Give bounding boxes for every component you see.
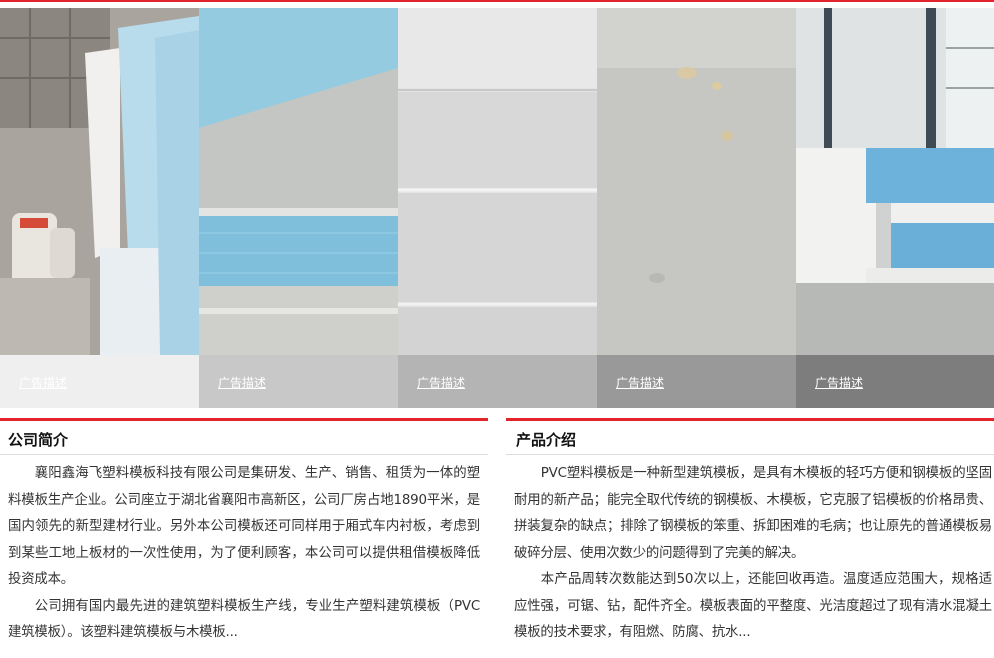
gallery-caption-bar-2: 广告描述 [199,355,398,408]
company-intro-header: 公司简介 [0,418,488,455]
gallery-slide-2[interactable]: 广告描述 [199,8,398,408]
product-intro-title[interactable]: 产品介绍 [516,429,576,450]
product-intro-header: 产品介绍 [506,418,994,455]
gallery-caption-bar-5: 广告描述 [796,355,994,408]
product-image-gallery: 广告描述 广告描述 广告描述 广告描述 广告描述 [0,8,994,408]
gallery-photo-4 [597,8,796,355]
gallery-caption-bar-3: 广告描述 [398,355,597,408]
gallery-caption-bar-4: 广告描述 [597,355,796,408]
gallery-slide-1[interactable]: 广告描述 [0,8,199,408]
company-intro-body: 襄阳鑫海飞塑料模板科技有限公司是集研发、生产、销售、租赁为一体的塑料模板生产企业… [0,455,488,647]
product-intro-body: PVC塑料模板是一种新型建筑模板，是具有木模板的轻巧方便和钢模板的坚固耐用的新产… [506,455,994,647]
company-intro-section: 公司简介 襄阳鑫海飞塑料模板科技有限公司是集研发、生产、销售、租赁为一体的塑料模… [0,418,488,658]
gallery-photo-1 [0,8,199,355]
company-intro-title[interactable]: 公司简介 [8,429,68,450]
gallery-slide-3[interactable]: 广告描述 [398,8,597,408]
gallery-caption-bar-1: 广告描述 [0,355,199,408]
gallery-caption-4[interactable]: 广告描述 [616,374,664,391]
top-accent-rule [0,0,994,4]
company-intro-paragraph-1: 襄阳鑫海飞塑料模板科技有限公司是集研发、生产、销售、租赁为一体的塑料模板生产企业… [8,466,480,587]
gallery-caption-5[interactable]: 广告描述 [815,374,863,391]
gallery-photo-3 [398,8,597,355]
gallery-caption-3[interactable]: 广告描述 [417,374,465,391]
gallery-photo-5 [796,8,994,355]
gallery-slide-4[interactable]: 广告描述 [597,8,796,408]
company-intro-paragraph-2: 公司拥有国内最先进的建筑塑料模板生产线，专业生产塑料建筑模板（PVC建筑模板）。… [8,598,480,641]
gallery-slide-5[interactable]: 广告描述 [796,8,994,408]
product-intro-paragraph-2: 本产品周转次数能达到50次以上，还能回收再造。温度适应范围大，规格适应性强，可锯… [514,572,992,640]
gallery-caption-1[interactable]: 广告描述 [19,374,67,391]
product-intro-paragraph-1: PVC塑料模板是一种新型建筑模板，是具有木模板的轻巧方便和钢模板的坚固耐用的新产… [514,466,992,561]
product-intro-section: 产品介绍 PVC塑料模板是一种新型建筑模板，是具有木模板的轻巧方便和钢模板的坚固… [506,418,994,658]
gallery-photo-2 [199,8,398,355]
gallery-caption-2[interactable]: 广告描述 [218,374,266,391]
